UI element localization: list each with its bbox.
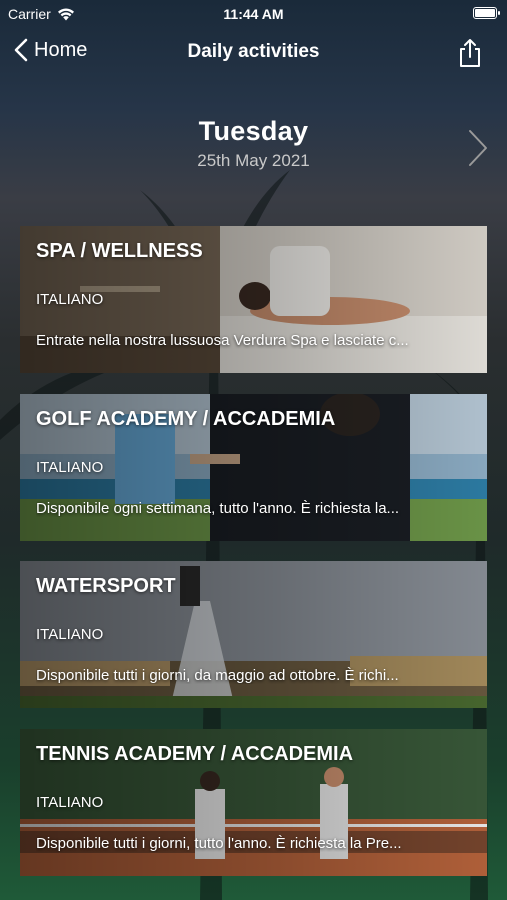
share-icon[interactable]	[457, 38, 483, 68]
activity-description: Entrate nella nostra lussuosa Verdura Sp…	[36, 332, 409, 349]
activity-description: Disponibile tutti i giorni, da maggio ad…	[36, 667, 399, 684]
navigation-bar: Home Daily activities	[0, 28, 507, 76]
page-title: Daily activities	[187, 41, 320, 62]
activity-language: ITALIANO	[36, 291, 104, 308]
activity-card-spa[interactable]: SPA / WELLNESS ITALIANO Entrate nella no…	[20, 226, 487, 373]
activity-card-tennis[interactable]: TENNIS ACADEMY / ACCADEMIA ITALIANO Disp…	[20, 729, 487, 876]
day-date: 25th May 2021	[197, 151, 310, 170]
activity-description: Disponibile tutti i giorni, tutto l'anno…	[36, 835, 402, 852]
chevron-right-icon[interactable]	[467, 128, 489, 168]
battery-icon	[473, 7, 500, 19]
day-name: Tuesday	[198, 116, 309, 146]
status-time: 11:44 AM	[223, 6, 284, 22]
activity-title: WATERSPORT	[36, 575, 176, 597]
activity-language: ITALIANO	[36, 459, 104, 476]
activity-title: TENNIS ACADEMY / ACCADEMIA	[36, 743, 354, 765]
activity-card-watersport[interactable]: WATERSPORT ITALIANO Disponibile tutti i …	[20, 561, 487, 708]
activity-title: GOLF ACADEMY / ACCADEMIA	[36, 408, 336, 430]
status-bar: Carrier 11:44 AM	[0, 0, 507, 28]
activity-language: ITALIANO	[36, 626, 104, 643]
activity-card-golf[interactable]: GOLF ACADEMY / ACCADEMIA ITALIANO Dispon…	[20, 394, 487, 541]
activity-description: Disponibile ogni settimana, tutto l'anno…	[36, 500, 400, 517]
activity-title: SPA / WELLNESS	[36, 240, 203, 262]
activity-language: ITALIANO	[36, 794, 104, 811]
day-header: Tuesday 25th May 2021	[0, 116, 507, 171]
